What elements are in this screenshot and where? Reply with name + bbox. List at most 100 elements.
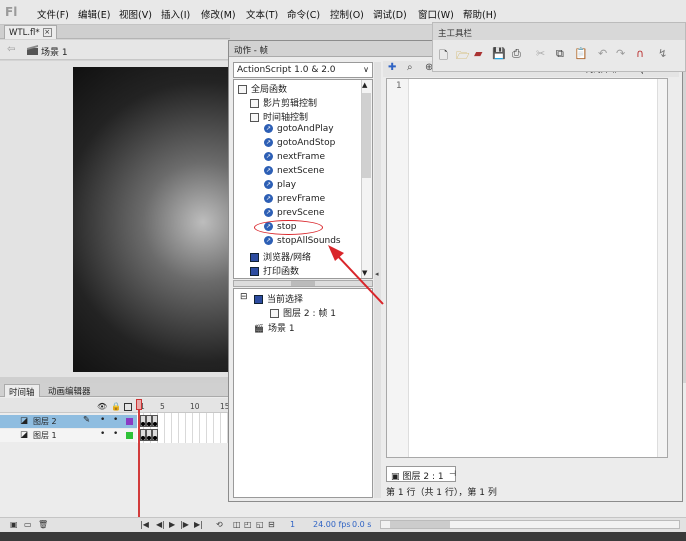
keyframe-dot (141, 422, 145, 426)
find-icon[interactable]: ⌕ (407, 62, 413, 73)
visibility-dot[interactable]: • (100, 430, 105, 439)
lock-dot[interactable]: • (113, 430, 118, 439)
tree-item-gotoandplay[interactable]: ↗ gotoAndPlay (264, 124, 334, 138)
layer-color-swatch[interactable] (126, 418, 133, 425)
layer-color-swatch[interactable] (126, 432, 133, 439)
menu-insert[interactable]: 插入(I) (161, 7, 190, 21)
eye-icon[interactable]: 👁 (97, 402, 107, 411)
onion-outline-icon[interactable]: ◰ (244, 520, 252, 529)
tree-item-prevframe[interactable]: ↗ prevFrame (264, 194, 325, 208)
cut-icon[interactable]: ✂ (536, 47, 545, 60)
document-tab[interactable]: WTL.fl* × (4, 25, 57, 39)
frame-number: 10 (190, 402, 200, 411)
status-bar-text: 第 1 行（共 1 行），第 1 列 (386, 488, 497, 498)
edit-multiple-icon[interactable]: ◱ (256, 520, 264, 529)
keyframe[interactable] (152, 415, 158, 427)
loop-icon[interactable]: ⟲ (216, 520, 223, 529)
outline-icon[interactable] (124, 403, 132, 411)
menu-debug[interactable]: 调试(D) (373, 7, 407, 21)
stage-canvas[interactable] (73, 67, 230, 372)
lock-icon[interactable]: 🔒 (111, 402, 121, 411)
save-icon[interactable]: 💾 (492, 47, 506, 60)
tab-motion-editor[interactable]: 动画编辑器 (44, 384, 95, 397)
layer-icon: ◪ (20, 416, 29, 426)
layer-row-2[interactable]: ◪ 图层 2 ✎ • • (0, 415, 137, 428)
undo-icon[interactable]: ↶ (598, 47, 607, 60)
menu-view[interactable]: 视图(V) (119, 7, 152, 21)
layer-icon: ◪ (20, 430, 29, 440)
next-frame-icon[interactable]: |▶ (180, 520, 189, 529)
paste-icon[interactable]: 📋 (574, 47, 588, 60)
tab-timeline[interactable]: 时间轴 (4, 384, 40, 398)
open-folder-icon[interactable]: 🗁 (456, 47, 470, 66)
tree-item-gotoandstop[interactable]: ↗ gotoAndStop (264, 138, 335, 152)
close-icon[interactable]: × (42, 28, 52, 37)
script-tab[interactable]: ▣ 图层 2 : 1 (386, 466, 456, 482)
actionscript-version-select[interactable]: ActionScript 1.0 & 2.0 ∨ (233, 62, 373, 78)
bridge-icon[interactable]: ▰ (474, 47, 482, 60)
menu-window[interactable]: 窗口(W) (418, 7, 454, 21)
print-icon[interactable]: ⎙ (512, 47, 521, 61)
new-file-icon[interactable]: 🗋 (439, 47, 448, 66)
scene-label: 场景 1 (41, 48, 68, 58)
splitter-handle[interactable] (291, 281, 315, 286)
trash-icon[interactable]: 🗑 (38, 520, 48, 529)
menu-control[interactable]: 控制(O) (330, 7, 364, 21)
collapse-icon[interactable]: ⊟ (240, 292, 248, 302)
first-frame-icon[interactable]: |◀ (140, 520, 149, 529)
book-icon (250, 253, 259, 262)
scene-item[interactable]: 🎬 场景 1 (254, 321, 295, 334)
current-selection-item[interactable]: 当前选择 (254, 292, 303, 305)
function-icon: ↗ (264, 138, 273, 147)
current-frame-readout: 1 (290, 520, 296, 529)
menu-file[interactable]: 文件(F) (37, 7, 69, 21)
play-icon[interactable]: ▶ (169, 520, 175, 529)
tree-item-play[interactable]: ↗ play (264, 180, 296, 194)
function-icon: ↗ (264, 166, 273, 175)
tree-item-global-functions[interactable]: 全局函数 (238, 82, 287, 96)
onion-markers-icon[interactable]: ⊟ (268, 520, 275, 529)
tree-item-timeline-control[interactable]: 时间轴控制 (250, 110, 308, 124)
menu-help[interactable]: 帮助(H) (463, 7, 497, 21)
function-icon: ↗ (264, 124, 273, 133)
keyframe[interactable] (152, 429, 158, 441)
pin-icon[interactable]: ⊣ (449, 469, 456, 478)
redo-icon[interactable]: ↷ (616, 47, 625, 60)
smooth-icon[interactable]: ↯ (658, 47, 667, 60)
toolbox-scrollbar-thumb[interactable] (362, 93, 371, 178)
tree-item-print-functions[interactable]: 打印函数 (250, 264, 299, 278)
tree-item-nextframe[interactable]: ↗ nextFrame (264, 152, 325, 166)
book-icon (250, 267, 259, 276)
keyframe-dot (147, 422, 151, 426)
timeline-scrollbar-thumb[interactable] (390, 521, 450, 528)
back-arrow-icon[interactable]: ⇦ (7, 44, 15, 55)
menu-edit[interactable]: 编辑(E) (78, 7, 110, 21)
copy-icon[interactable]: ⧉ (556, 47, 564, 61)
layer-row-1[interactable]: ◪ 图层 1 • • (0, 429, 137, 442)
time-readout: 0.0 s (352, 520, 372, 529)
main-toolbar-title: 主工具栏 (438, 29, 473, 39)
lock-dot[interactable]: • (113, 416, 118, 425)
new-layer-icon[interactable]: ▣ (10, 520, 18, 529)
fps-readout[interactable]: 24.00 fps (313, 520, 351, 529)
script-editor[interactable] (386, 78, 668, 458)
onion-skin-icon[interactable]: ◫ (233, 520, 241, 529)
tree-item-nextscene[interactable]: ↗ nextScene (264, 166, 324, 180)
prev-frame-icon[interactable]: ◀| (156, 520, 165, 529)
chevron-down-icon: ∨ (363, 65, 369, 74)
menu-modify[interactable]: 修改(M) (201, 7, 236, 21)
add-action-icon[interactable]: ✚ (388, 62, 396, 73)
tree-item-browser-network[interactable]: 浏览器/网络 (250, 250, 311, 264)
menu-text[interactable]: 文本(T) (246, 7, 278, 21)
visibility-dot[interactable]: • (100, 416, 105, 425)
snap-magnet-icon[interactable]: ∩ (636, 47, 644, 60)
menu-commands[interactable]: 命令(C) (287, 7, 320, 21)
tree-item-movieclip-control[interactable]: 影片剪辑控制 (250, 96, 317, 110)
playhead-handle[interactable] (136, 399, 142, 410)
layer-name[interactable]: 图层 1 (33, 430, 57, 441)
scroll-up-icon[interactable]: ▲ (362, 81, 367, 89)
editor-scrollbar[interactable] (657, 79, 667, 457)
new-folder-icon[interactable]: ▭ (24, 520, 32, 529)
layer-name[interactable]: 图层 2 (33, 416, 57, 427)
last-frame-icon[interactable]: ▶| (194, 520, 203, 529)
